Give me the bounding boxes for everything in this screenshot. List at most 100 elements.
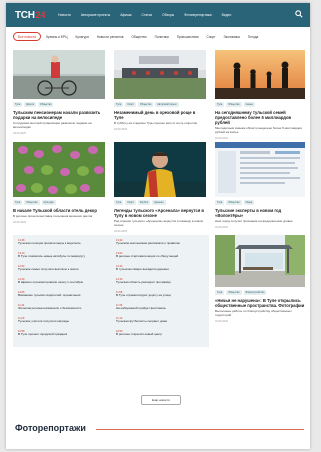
feed-item[interactable]: 12:30 В Щекино отремонтировали школу к се… (18, 278, 106, 285)
category-item[interactable]: Происшествия (177, 35, 199, 39)
news-image-family[interactable] (215, 50, 305, 99)
news-date: 04.09.2023 (215, 319, 228, 323)
feed-item[interactable]: 10:50 В регионе открылся новый центр (116, 330, 204, 337)
news-title[interactable]: Тульские эксперты в новом год «Волонтёры… (215, 208, 305, 218)
nav-news[interactable]: Новости (58, 13, 71, 17)
feed-text[interactable]: Тульская область расширит программу (116, 280, 204, 285)
tag[interactable]: Семья (243, 102, 255, 107)
news-title[interactable]: На сегодняшнему тульской семей предостав… (215, 110, 305, 125)
news-image-stadium[interactable] (114, 50, 206, 99)
feed-item[interactable]: 11:36 На набережной пройдет фестиваль (116, 304, 204, 311)
feed-text[interactable]: В регионе стартовала акция по сбору веще… (116, 254, 204, 259)
feed-text[interactable]: Тульские учителя получили награды (18, 319, 106, 324)
tag[interactable]: Тула (215, 200, 225, 205)
tag[interactable]: Тула (114, 200, 124, 205)
nav-photo[interactable]: Фотоперепортажи (184, 13, 212, 17)
feed-item[interactable]: 12:05 Вниманию тульских водителей: ограни… (18, 291, 106, 298)
tag[interactable]: Спорт (125, 200, 136, 205)
feed-text[interactable]: В Туле отремонтируют дорогу на улице (116, 293, 204, 298)
tag[interactable]: Благоустройство (243, 290, 267, 295)
nav-afisha[interactable]: Афиша (120, 13, 131, 17)
category-item[interactable]: Спорт (207, 35, 216, 39)
tag[interactable]: Футбол (137, 200, 151, 205)
feed-text[interactable]: Тульская футболисты сыграют дома (116, 319, 204, 324)
category-item[interactable]: Общество (131, 35, 146, 39)
tag[interactable]: Культура (41, 200, 56, 205)
news-title[interactable]: Тульским пенсионерам начали развозить по… (13, 110, 105, 120)
more-news-button[interactable]: Ещё новости (141, 395, 181, 405)
feed-item[interactable]: 13:02 В регионе стартовала акция по сбору… (116, 252, 204, 259)
tag[interactable]: Общество (137, 102, 154, 107)
feed-text[interactable]: В тульском сквере высадили деревья (116, 267, 204, 272)
feed-text[interactable]: На набережной пройдет фестиваль (116, 306, 204, 311)
feed-text[interactable]: В Щекино отремонтировали школу к сентябр… (18, 280, 106, 285)
news-desc: В субботу на стадионе Туры прошел матч в… (114, 121, 198, 125)
news-title[interactable]: Незаменимый день в ореховой роще в Туле (114, 110, 206, 120)
news-card[interactable]: Тула Спорт Футбол Арсенал Легенды тульского… (114, 142, 206, 233)
nav-video[interactable]: Видео (222, 13, 232, 17)
tag[interactable]: Авторский проект (155, 102, 179, 107)
feed-item[interactable]: 12:20 Тульская область расширит программу (116, 278, 204, 285)
nav-reviews[interactable]: Обзоры (162, 13, 174, 17)
feed-item[interactable]: 11:58 В Туле отремонтируют дорогу на улиц… (116, 291, 204, 298)
feed-text[interactable]: Тульские семьи получили выплаты к школе (18, 267, 106, 272)
tag[interactable]: Тула (13, 200, 23, 205)
feed-item[interactable]: 12:52 Тульские семьи получили выплаты к ш… (18, 265, 106, 272)
news-title[interactable]: «Ничья не нарушена»: В Туле открылись об… (215, 298, 305, 308)
news-image-footballer[interactable] (114, 142, 206, 197)
news-card[interactable]: Тула Дороги Общество Тульским пенсионерам … (13, 50, 105, 135)
category-item[interactable]: Погода (248, 35, 259, 39)
nav-projects[interactable]: Авторские проекты (81, 13, 110, 17)
feed-text[interactable]: Вниманию тульских водителей: ограничения (18, 293, 106, 298)
news-image-bus-stop[interactable] (215, 235, 305, 287)
news-image-cyclist[interactable] (13, 50, 105, 99)
category-item[interactable]: Экономика (223, 35, 239, 39)
tag[interactable]: Тула (215, 102, 225, 107)
category-item[interactable]: Кремль и ЕРЦ (46, 35, 67, 39)
feed-item[interactable]: 12:44 В тульском сквере высадили деревья (116, 265, 204, 272)
news-card[interactable]: Тула Общество Семья На сегодняшнему тульск… (215, 50, 305, 140)
category-item[interactable]: Политика (155, 35, 169, 39)
category-item[interactable]: Культура (75, 35, 88, 39)
feed-item[interactable]: 13:24 Тульским школьникам рассказали о пр… (116, 239, 204, 246)
news-image-tulips[interactable] (13, 142, 105, 197)
tag[interactable]: Общество (24, 200, 40, 205)
news-image-screenshot[interactable] (215, 142, 305, 197)
news-card[interactable]: Тула Общество Благоустройство «Ничья не на… (215, 235, 305, 323)
search-icon[interactable] (295, 10, 303, 18)
logo[interactable]: ТСН 24 (15, 10, 45, 21)
tag[interactable]: Общество (38, 102, 54, 107)
tag[interactable]: Общество (226, 290, 242, 295)
nav-articles[interactable]: Статьи (141, 13, 152, 17)
tag[interactable]: Общество (226, 102, 242, 107)
feed-item[interactable]: 13:28 Тульская полиция приняла меры к вод… (18, 239, 106, 246)
feed-text[interactable]: Жителям региона напомнили о безопасности (18, 306, 106, 311)
site-header: ТСН 24 Новости Авторские проекты Афиша Ст… (6, 3, 310, 27)
tag[interactable]: Наука (243, 200, 255, 205)
tag[interactable]: Тула (13, 102, 23, 107)
news-title[interactable]: Легенды тульского «Арсенала» вернутся в … (114, 208, 206, 218)
feed-item[interactable]: 10:58 В Туле прошел городской праздник (18, 330, 106, 337)
news-title[interactable]: В начале Тульской области отель декор (13, 208, 105, 213)
tag[interactable]: Тула (215, 290, 225, 295)
feed-item[interactable]: 11:44 Жителям региона напомнили о безопас… (18, 304, 106, 311)
feed-item[interactable]: 13:10 В Туле появились новые автобусы по … (18, 252, 106, 259)
tag[interactable]: Арсенал (152, 200, 166, 205)
news-card[interactable]: Тула Общество Культура В начале Тульской о… (13, 142, 105, 224)
news-card[interactable]: Тула Общество Наука Тульские эксперты в но… (215, 142, 305, 229)
news-card[interactable]: Тула Спорт Общество Авторский проект Незаме… (114, 50, 206, 131)
tag[interactable]: Дороги (24, 102, 37, 107)
tag[interactable]: Общество (226, 200, 242, 205)
tag[interactable]: Спорт (125, 102, 136, 107)
feed-item[interactable]: 11:20 Тульские учителя получили награды (18, 317, 106, 324)
category-item[interactable]: Новости регионов (97, 35, 124, 39)
feed-text[interactable]: Тульская полиция приняла меры к водителю (18, 241, 106, 246)
feed-text[interactable]: В регионе открылся новый центр (116, 332, 204, 337)
category-all[interactable]: Все новости (13, 32, 42, 41)
feed-text[interactable]: Тульским школьникам рассказали о правила… (116, 241, 204, 246)
tag[interactable]: Тула (114, 102, 124, 107)
feed-item[interactable]: 11:12 Тульская футболисты сыграют дома (116, 317, 204, 324)
feed-text[interactable]: В Туле прошел городской праздник (18, 332, 106, 337)
logo-text: ТСН (15, 9, 35, 21)
feed-text[interactable]: В Туле появились новые автобусы по маршр… (18, 254, 106, 259)
